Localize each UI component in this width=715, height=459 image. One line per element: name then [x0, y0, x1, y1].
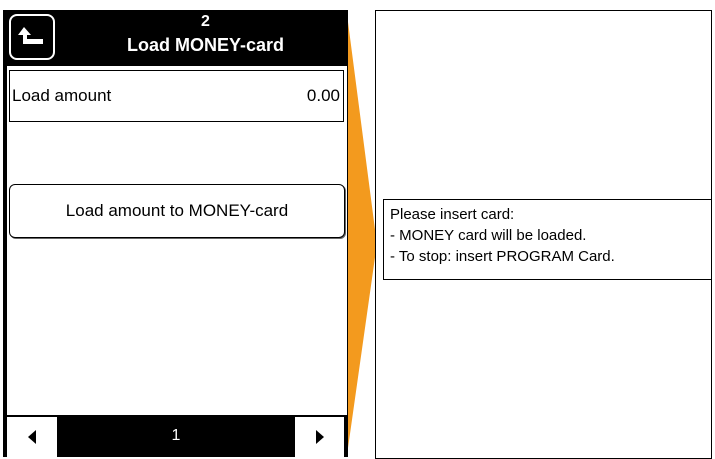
message-line-3: - To stop: insert PROGRAM Card. [390, 248, 615, 265]
message-line-1: Please insert card: [390, 206, 515, 223]
message-line-2: - MONEY card will be loaded. [390, 227, 587, 244]
load-amount-label: Load amount [12, 86, 112, 105]
page-title: Load MONEY-card [126, 35, 285, 55]
message-box: Please insert card: - MONEY card will be… [383, 199, 712, 280]
menu-number: 2 [201, 13, 210, 30]
load-amount-row[interactable]: Load amount 0.00 [9, 70, 344, 122]
load-amount-button[interactable]: Load amount to MONEY-card [9, 184, 345, 238]
caret-left-icon [28, 430, 36, 444]
previous-page-button[interactable] [7, 417, 57, 457]
footer-bar: 1 [3, 415, 348, 457]
caret-right-icon [315, 430, 324, 444]
header-bar: 2 Load MONEY-card [3, 10, 348, 64]
next-page-button[interactable] [295, 417, 344, 457]
device-screen: 2 Load MONEY-card Load amount 0.00 Load … [3, 10, 348, 457]
content-area: Load amount 0.00 Load amount to MONEY-ca… [7, 66, 347, 415]
arrow-up-left-icon [18, 27, 43, 44]
back-button[interactable] [9, 14, 55, 60]
load-amount-value: 0.00 [306, 86, 340, 105]
page-number: 1 [171, 427, 181, 444]
